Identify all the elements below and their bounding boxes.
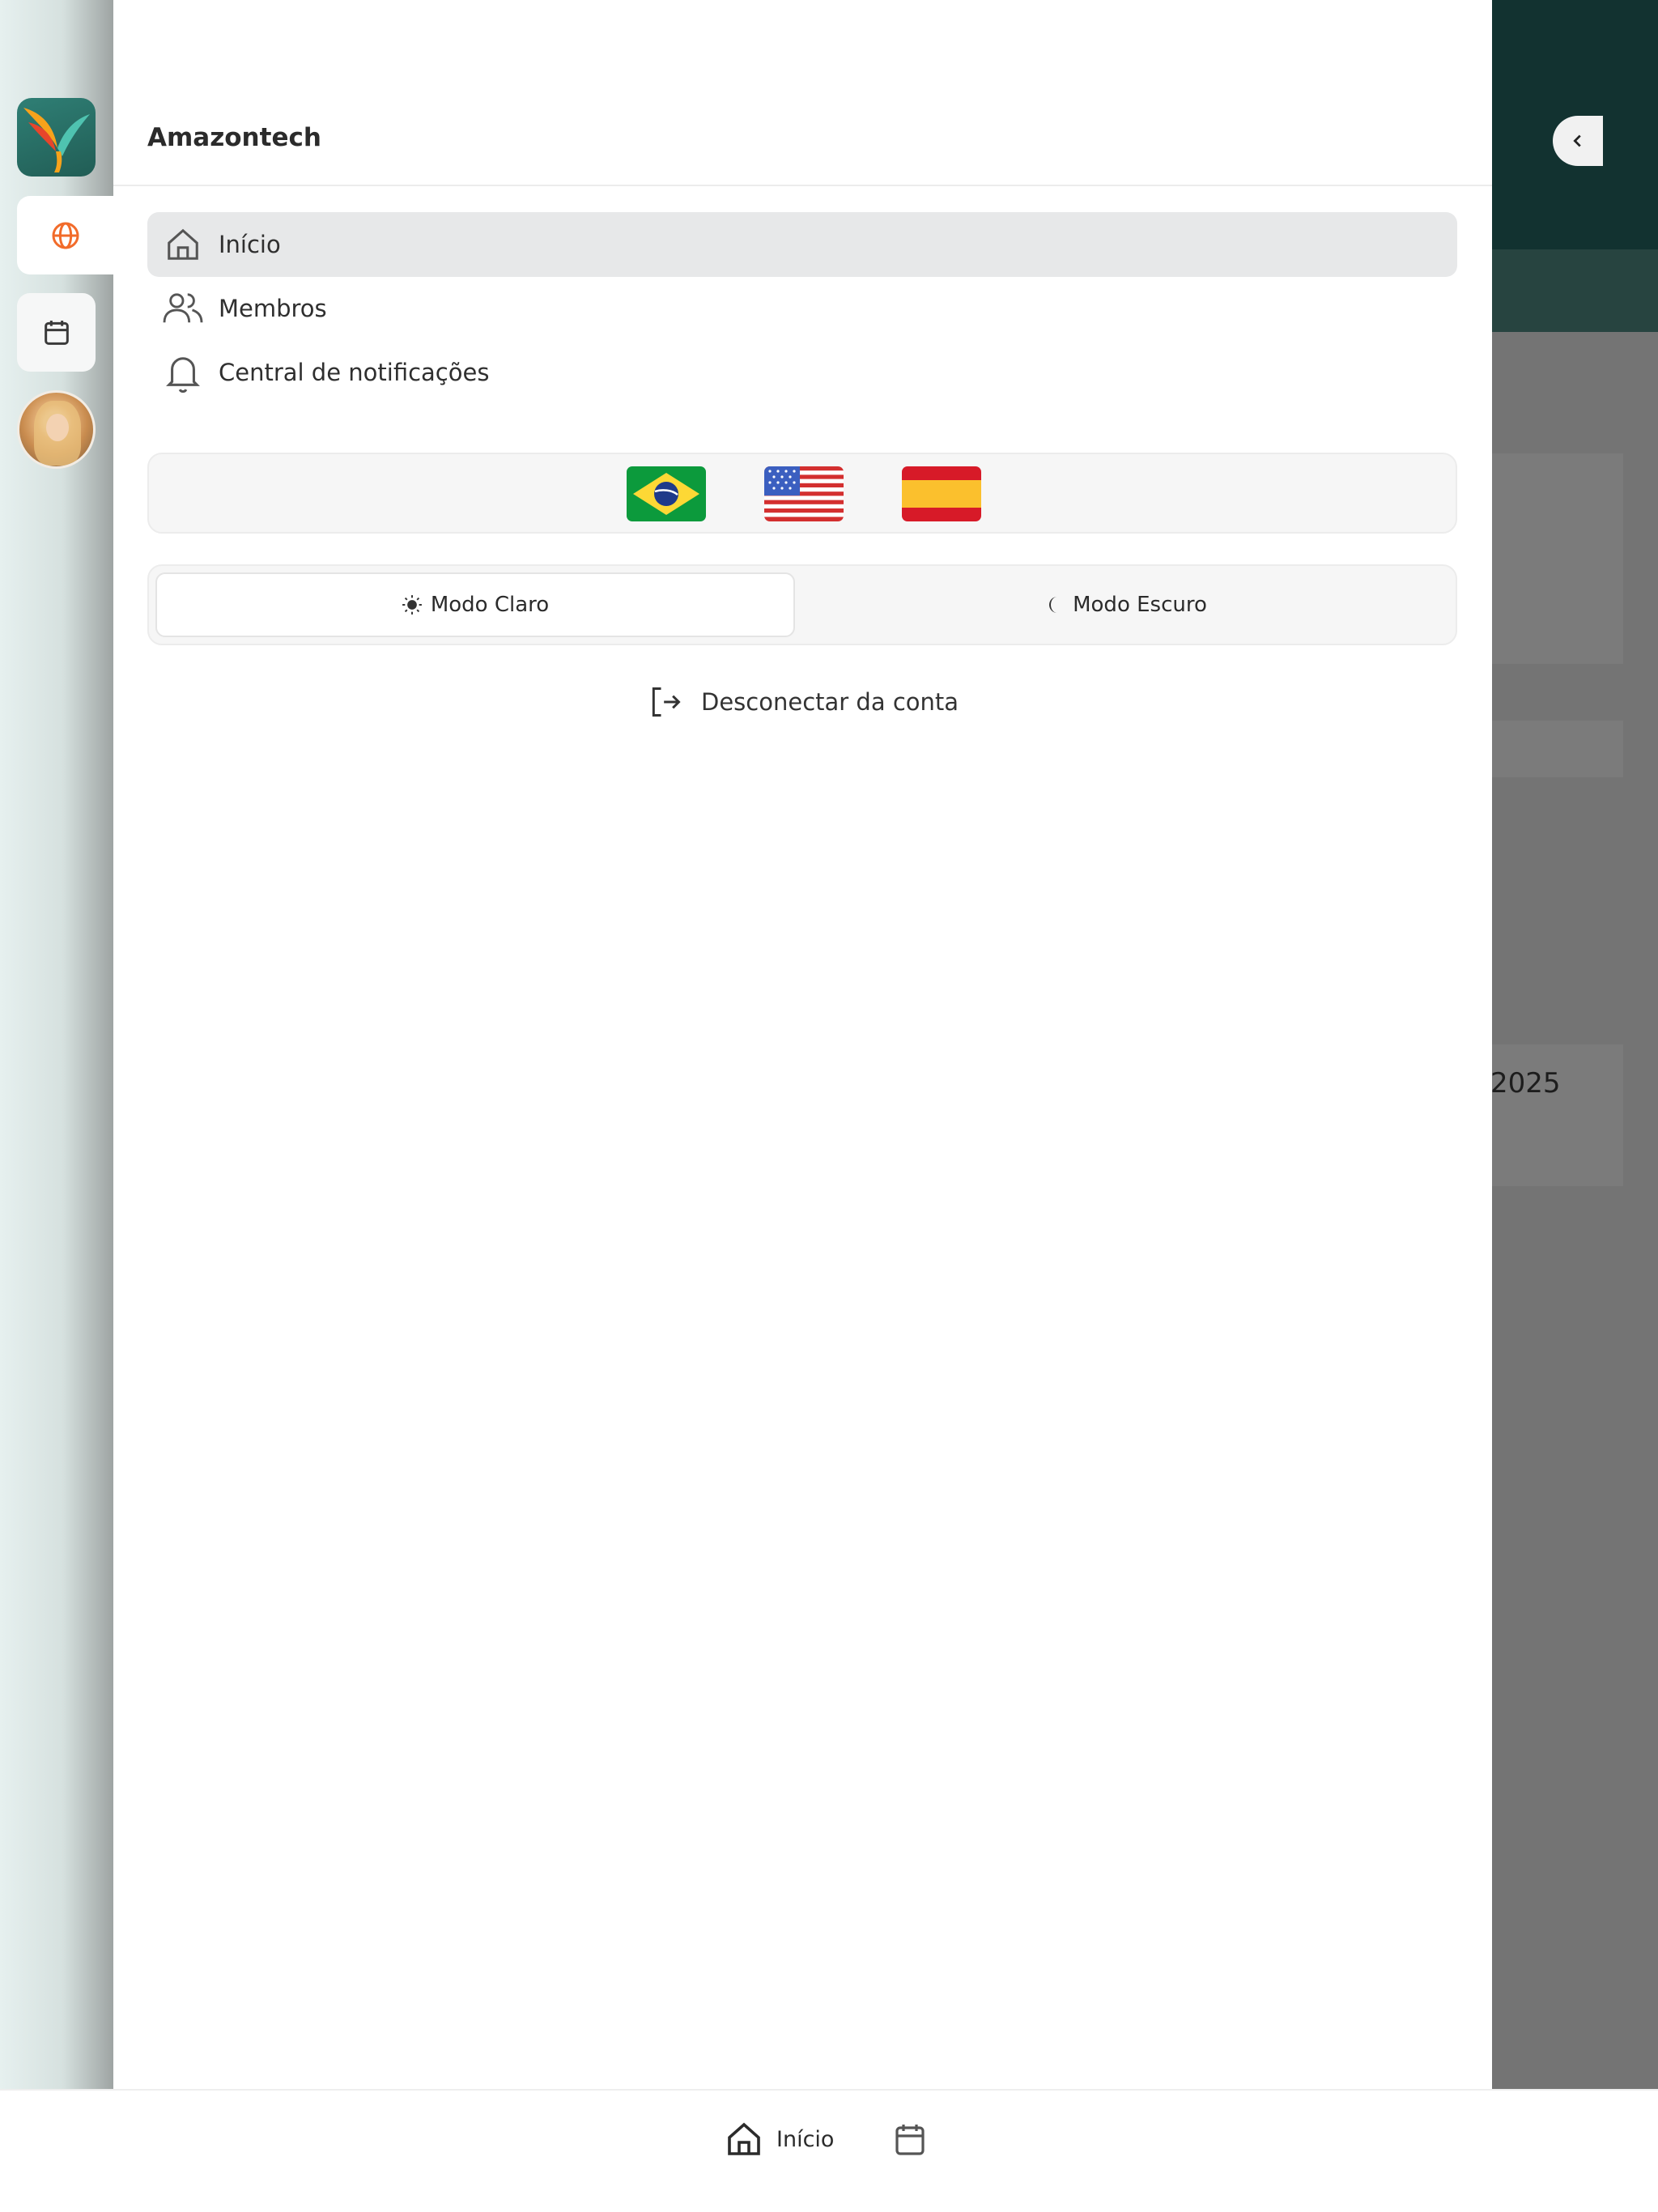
bottom-tab-bar: Início [0, 2089, 1658, 2212]
users-icon [147, 290, 219, 327]
theme-toggle: Modo Claro Modo Escuro [147, 564, 1457, 645]
usa-flag-icon[interactable] [764, 466, 844, 521]
calendar-icon [895, 2125, 925, 2155]
chevron-left-icon [1573, 134, 1581, 147]
app-logo[interactable] [17, 98, 96, 177]
nav-item-notificacoes[interactable]: Central de notificações [147, 340, 1457, 405]
sun-icon [402, 595, 422, 615]
brazil-flag-icon[interactable] [627, 466, 706, 521]
globe-icon [52, 222, 79, 249]
avatar-face [46, 414, 69, 441]
light-mode-label: Modo Claro [430, 593, 550, 617]
drawer-divider [113, 185, 1492, 186]
rail-calendar-button[interactable] [17, 293, 96, 372]
background-card [1490, 1044, 1623, 1186]
dark-mode-button[interactable]: Modo Escuro [803, 572, 1449, 637]
language-selector [147, 453, 1457, 534]
left-rail [0, 0, 114, 2089]
nav-item-label: Início [219, 231, 281, 258]
background-card [1490, 721, 1623, 777]
bell-icon [147, 352, 219, 393]
home-icon [147, 226, 219, 263]
rail-globe-button[interactable] [17, 196, 114, 274]
nav-item-label: Membros [219, 295, 327, 322]
background-card [1490, 453, 1623, 664]
nav-item-inicio[interactable]: Início [147, 212, 1457, 277]
tab-calendar[interactable] [891, 2120, 929, 2159]
tab-inicio[interactable]: Início [725, 2120, 834, 2159]
home-icon [728, 2122, 760, 2155]
nav-item-label: Central de notificações [219, 359, 490, 386]
spain-flag-icon[interactable] [902, 466, 981, 521]
calendar-icon [44, 320, 69, 345]
collapse-drawer-button[interactable] [1553, 116, 1603, 166]
navigation-drawer: Amazontech Início Membros Central de not… [113, 0, 1603, 2089]
light-mode-button[interactable]: Modo Claro [155, 572, 795, 637]
background-date-text: 2025 [1490, 1067, 1561, 1100]
moon-icon [1049, 597, 1058, 613]
drawer-title: Amazontech [147, 123, 321, 152]
nav-item-membros[interactable]: Membros [147, 276, 1457, 341]
logout-label: Desconectar da conta [701, 688, 959, 716]
tab-inicio-label: Início [776, 2126, 835, 2152]
user-avatar[interactable] [17, 390, 96, 469]
bird-logo-icon [23, 108, 90, 172]
logout-icon [652, 687, 681, 717]
logout-button[interactable]: Desconectar da conta [648, 682, 959, 722]
dark-mode-label: Modo Escuro [1073, 593, 1207, 617]
